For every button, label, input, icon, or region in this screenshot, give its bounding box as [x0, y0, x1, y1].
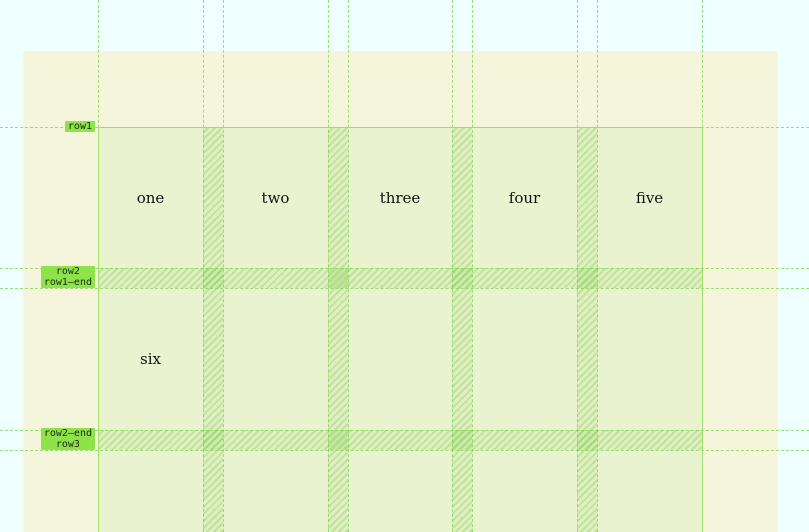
grid-outline-left — [98, 127, 99, 532]
devtools-grid-inspector-view: one two three four five six row1 row2 ro… — [0, 0, 809, 532]
grid-cell-empty — [472, 450, 577, 532]
row-gap — [98, 430, 702, 450]
grid-item-five: five — [597, 127, 702, 268]
grid-cell-empty — [223, 450, 328, 532]
column-gap — [577, 127, 597, 532]
line-label-row1: row1 — [64, 121, 95, 132]
grid-cell-empty — [223, 288, 328, 430]
grid-item-one: one — [98, 127, 203, 268]
grid-item-two: two — [223, 127, 328, 268]
grid-cell-empty — [597, 450, 702, 532]
row-gap — [98, 268, 702, 288]
grid-cell-empty — [472, 288, 577, 430]
line-label-row2-end-row3: row2–end row3 — [40, 428, 95, 450]
grid-cell-empty — [98, 450, 203, 532]
grid-outline-right — [702, 127, 703, 532]
column-gap — [328, 127, 348, 532]
grid-cell-empty — [597, 288, 702, 430]
grid-cell-empty — [348, 450, 452, 532]
line-label-row2-row1-end: row2 row1–end — [40, 266, 95, 288]
grid-outline-top — [98, 127, 703, 128]
grid-cell-empty — [348, 288, 452, 430]
grid-item-four: four — [472, 127, 577, 268]
grid-item-six: six — [98, 288, 203, 430]
grid-item-three: three — [348, 127, 452, 268]
column-gap — [203, 127, 223, 532]
column-gap — [452, 127, 472, 532]
